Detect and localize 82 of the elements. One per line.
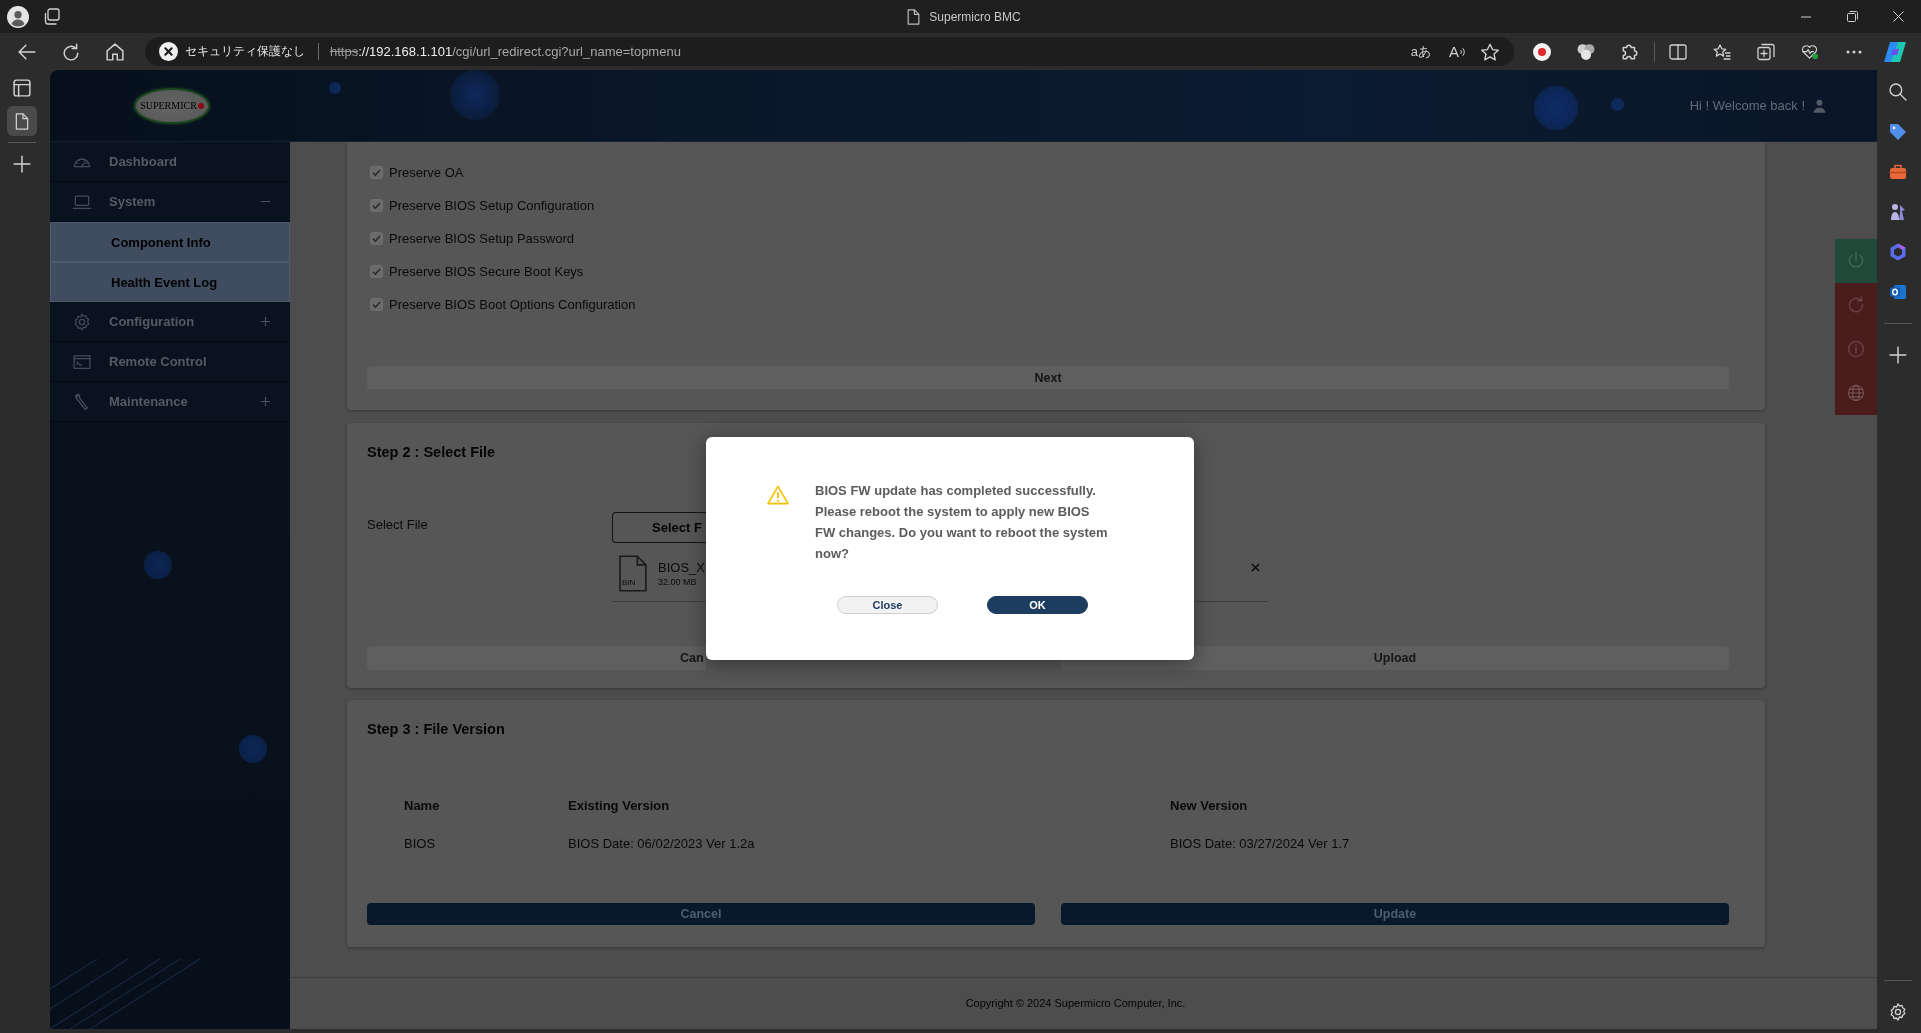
field-label: Select File <box>367 517 428 532</box>
restore-icon[interactable] <box>1846 11 1858 22</box>
read-aloud-button[interactable]: A <box>1449 40 1466 63</box>
record-icon[interactable] <box>1533 42 1551 61</box>
translate-button[interactable]: aあ <box>1410 40 1431 63</box>
glow-dot <box>450 70 500 120</box>
user-icon[interactable] <box>1813 98 1826 113</box>
sidebar-subitem[interactable]: Health Event Log <box>50 262 290 302</box>
restart-button[interactable] <box>1835 283 1877 327</box>
hexagon-logo-icon[interactable] <box>1889 243 1907 261</box>
workspaces-icon[interactable] <box>43 7 61 26</box>
figure-icon[interactable] <box>1889 203 1907 221</box>
glow-dot <box>1611 98 1624 111</box>
power-icon <box>1846 251 1866 271</box>
address-url[interactable]: https://192.168.1.101/cgi/url_redirect.cgi?url_name=topmenu <box>330 44 681 59</box>
tag-icon[interactable] <box>1889 123 1907 141</box>
search-icon[interactable] <box>1889 83 1907 101</box>
refresh-icon <box>1846 295 1866 315</box>
globe-icon <box>1846 383 1866 403</box>
file-name: BIOS_X <box>658 559 705 575</box>
sidebar-subitem[interactable]: Component Info <box>50 222 290 262</box>
glow-dot <box>1534 86 1578 130</box>
document-icon <box>907 8 921 25</box>
overlapping-circles-icon[interactable] <box>1577 42 1595 61</box>
remove-icon[interactable] <box>1251 562 1260 572</box>
copyright-text: Copyright © 2024 Supermicro Computer, Inc. <box>965 996 1186 1011</box>
home-icon[interactable] <box>106 42 124 61</box>
gear-icon <box>72 311 92 332</box>
back-icon[interactable] <box>18 42 36 61</box>
mail-app-icon[interactable] <box>1889 283 1907 301</box>
minimize-icon[interactable] <box>1801 15 1811 18</box>
tab-panel-icon[interactable] <box>13 79 31 97</box>
ribbon-logo-icon[interactable] <box>1883 40 1907 63</box>
collections-icon[interactable] <box>1757 42 1775 61</box>
glow-dot <box>144 551 172 579</box>
file-icon <box>619 554 647 592</box>
tab-button[interactable] <box>7 106 37 136</box>
file-type-label: BIN <box>622 577 636 587</box>
close-icon[interactable] <box>1892 11 1904 22</box>
more-icon[interactable] <box>1846 49 1862 54</box>
sound-waves-icon <box>1460 46 1466 57</box>
step-title: Step 2 : Select File <box>367 443 496 462</box>
checkbox-label: Preserve BIOS Setup Configuration <box>389 198 595 213</box>
avatar-icon[interactable] <box>7 5 29 28</box>
checkbox-label: Preserve BIOS Boot Options Configuration <box>389 297 636 312</box>
favorites-icon[interactable] <box>1713 42 1731 61</box>
dialog-message: BIOS FW update has completed successfully. Please reboot the system to apply new BIOS FW changes. Do you want to reboot the system now? <box>815 482 1109 563</box>
checkbox-label: Preserve OA <box>389 165 464 180</box>
logo-text: SUPERMICR <box>140 100 197 111</box>
puzzle-icon[interactable] <box>1621 42 1639 61</box>
info-icon <box>1846 339 1866 359</box>
checkbox-label: Preserve BIOS Setup Password <box>389 231 574 246</box>
refresh-icon[interactable] <box>62 42 80 61</box>
cancel-button[interactable]: Cancel <box>367 903 1035 925</box>
warning-icon <box>767 485 789 505</box>
heart-pulse-icon[interactable] <box>1801 42 1819 61</box>
split-screen-icon[interactable] <box>1669 42 1687 61</box>
file-size: 32.00 MB <box>658 576 697 587</box>
window-title: Supermicro BMC <box>929 9 1021 24</box>
update-button[interactable]: Update <box>1061 903 1729 925</box>
column-header: Existing Version <box>568 797 670 813</box>
close-button[interactable]: Close <box>837 596 938 614</box>
select-file-button[interactable]: Select F <box>612 512 706 543</box>
checkbox-label: Preserve BIOS Secure Boot Keys <box>389 264 584 279</box>
favorite-star-icon[interactable] <box>1481 42 1499 61</box>
table-cell: BIOS <box>404 835 436 851</box>
table-cell: BIOS Date: 06/02/2023 Ver 1.2a <box>568 835 755 851</box>
address-bar[interactable]: セキュリティ保護なし https://192.168.1.101/cgi/url_redirect.cgi?url_name=topmenu aあ A <box>145 37 1514 66</box>
glow-dot <box>329 82 341 94</box>
security-label[interactable]: セキュリティ保護なし <box>185 43 305 60</box>
greeting-text: Hi ! Welcome back ! <box>1689 98 1805 113</box>
logo-dot-icon <box>197 102 204 109</box>
table-cell: BIOS Date: 03/27/2024 Ver 1.7 <box>1170 835 1350 851</box>
page-icon <box>15 112 29 130</box>
not-secure-icon[interactable] <box>159 42 178 61</box>
step-title: Step 3 : File Version <box>367 720 505 739</box>
ok-button[interactable]: OK <box>987 596 1088 614</box>
column-header: New Version <box>1170 797 1248 813</box>
glow-dot <box>239 735 267 763</box>
settings-icon[interactable] <box>1889 1003 1907 1021</box>
briefcase-icon[interactable] <box>1889 163 1907 181</box>
column-header: Name <box>404 797 440 813</box>
